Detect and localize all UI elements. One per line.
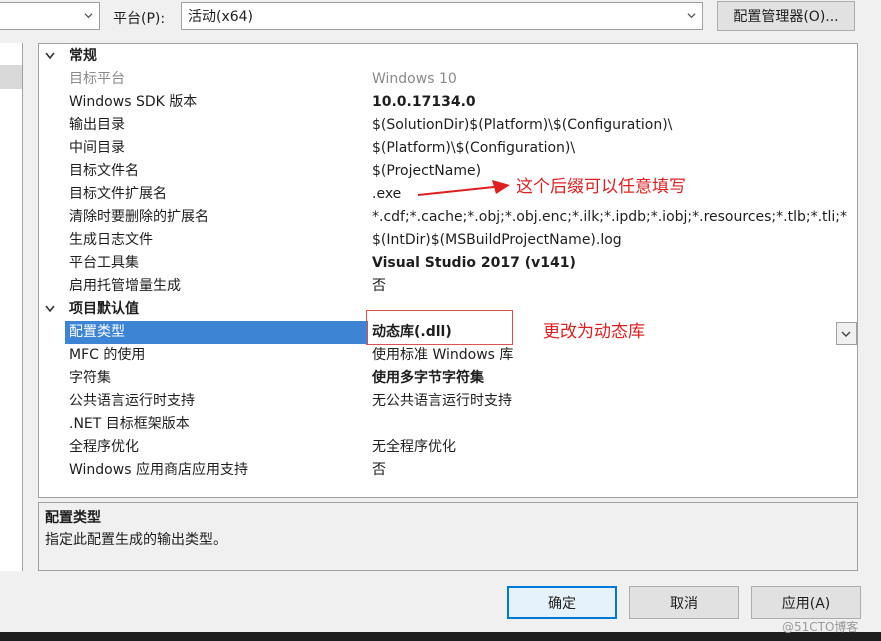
property-name: 平台工具集 (69, 255, 139, 271)
property-value[interactable]: $(IntDir)$(MSBuildProjectName).log (372, 229, 622, 252)
property-name: 目标文件扩展名 (69, 186, 167, 202)
apply-button[interactable]: 应用(A) (751, 586, 861, 619)
property-row[interactable]: 目标平台 Windows 10 (39, 68, 857, 91)
property-name: Windows SDK 版本 (69, 94, 198, 110)
type-annotation: 更改为动态库 (543, 322, 645, 342)
platform-value: 活动(x64) (188, 9, 254, 25)
property-row[interactable]: .NET 目标框架版本 (39, 413, 857, 436)
description-panel: 配置类型 指定此配置生成的输出类型。 (38, 502, 858, 571)
watermark: @51CTO博客 (782, 620, 859, 634)
chevron-down-icon (84, 13, 93, 19)
property-value[interactable]: $(Platform)\$(Configuration)\ (372, 137, 575, 160)
property-name: 生成日志文件 (69, 232, 153, 248)
property-row[interactable]: Windows SDK 版本 10.0.17134.0 (39, 91, 857, 114)
ok-label: 确定 (548, 595, 576, 612)
chevron-down-icon (841, 331, 851, 337)
property-value[interactable]: Visual Studio 2017 (v141) (372, 252, 576, 275)
category-label: 项目默认值 (69, 301, 139, 317)
platform-label: 平台(P): (113, 11, 166, 27)
property-name: 配置类型 (69, 324, 125, 340)
property-row[interactable]: 输出目录 $(SolutionDir)$(Platform)\$(Configur… (39, 114, 857, 137)
property-name: 公共语言运行时支持 (69, 393, 195, 409)
tree-selected-item[interactable] (0, 65, 22, 89)
property-value[interactable]: 使用标准 Windows 库 (372, 344, 513, 367)
taskbar-strip (0, 632, 881, 641)
property-row[interactable]: 清除时要删除的扩展名 *.cdf;*.cache;*.obj;*.obj.enc;… (39, 206, 857, 229)
property-name: .NET 目标框架版本 (69, 416, 190, 432)
property-value[interactable]: *.cdf;*.cache;*.obj;*.obj.enc;*.ilk;*.ip… (372, 206, 847, 229)
property-row[interactable]: MFC 的使用 使用标准 Windows 库 (39, 344, 857, 367)
property-value[interactable]: 无公共语言运行时支持 (372, 390, 512, 413)
property-value[interactable]: 否 (372, 459, 386, 482)
collapse-arrow-icon[interactable] (45, 305, 55, 313)
property-row[interactable]: 中间目录 $(Platform)\$(Configuration)\ (39, 137, 857, 160)
property-value[interactable]: .exe (372, 183, 401, 206)
property-value[interactable]: 10.0.17134.0 (372, 91, 476, 114)
property-name: Windows 应用商店应用支持 (69, 462, 248, 478)
property-row[interactable]: 平台工具集 Visual Studio 2017 (v141) (39, 252, 857, 275)
apply-label: 应用(A) (781, 595, 831, 612)
category-label: 常规 (69, 48, 97, 64)
configuration-combo[interactable] (0, 2, 100, 30)
property-name: 启用托管增量生成 (69, 278, 181, 294)
value-dropdown-button[interactable] (836, 322, 857, 345)
property-value[interactable]: Windows 10 (372, 68, 457, 91)
property-value[interactable]: 否 (372, 275, 386, 298)
config-manager-label: 配置管理器(O)... (733, 9, 839, 25)
platform-combo[interactable]: 活动(x64) (181, 2, 703, 30)
property-name: 字符集 (69, 370, 111, 386)
property-name: 清除时要删除的扩展名 (69, 209, 209, 225)
property-tree-pane[interactable] (0, 43, 23, 571)
extension-annotation: 这个后缀可以任意填写 (516, 177, 686, 197)
highlight-box (366, 310, 513, 345)
red-arrow-icon (417, 180, 510, 196)
property-name: 全程序优化 (69, 439, 139, 455)
property-value[interactable]: $(SolutionDir)$(Platform)\$(Configuratio… (372, 114, 672, 137)
description-text: 指定此配置生成的输出类型。 (45, 532, 227, 548)
property-value[interactable]: 使用多字节字符集 (372, 367, 484, 390)
description-title: 配置类型 (45, 510, 101, 526)
property-name: MFC 的使用 (69, 347, 146, 363)
chevron-down-icon (687, 13, 696, 19)
property-row[interactable]: 字符集 使用多字节字符集 (39, 367, 857, 390)
collapse-arrow-icon[interactable] (45, 52, 55, 60)
property-row[interactable]: Windows 应用商店应用支持 否 (39, 459, 857, 482)
property-row[interactable]: 全程序优化 无全程序优化 (39, 436, 857, 459)
cancel-label: 取消 (670, 595, 698, 612)
property-row[interactable]: 生成日志文件 $(IntDir)$(MSBuildProjectName).log (39, 229, 857, 252)
ok-button[interactable]: 确定 (507, 586, 617, 619)
config-manager-button[interactable]: 配置管理器(O)... (717, 1, 855, 31)
property-grid[interactable]: 常规 目标平台 Windows 10 Windows SDK 版本 10.0.1713… (38, 43, 858, 498)
property-value[interactable]: 无全程序优化 (372, 436, 456, 459)
category-general[interactable]: 常规 (39, 45, 857, 68)
property-name: 目标文件名 (69, 163, 139, 179)
cancel-button[interactable]: 取消 (629, 586, 739, 619)
property-name: 输出目录 (69, 117, 125, 133)
property-row[interactable]: 启用托管增量生成 否 (39, 275, 857, 298)
property-name: 目标平台 (69, 71, 125, 87)
property-name: 中间目录 (69, 140, 125, 156)
property-row[interactable]: 公共语言运行时支持 无公共语言运行时支持 (39, 390, 857, 413)
